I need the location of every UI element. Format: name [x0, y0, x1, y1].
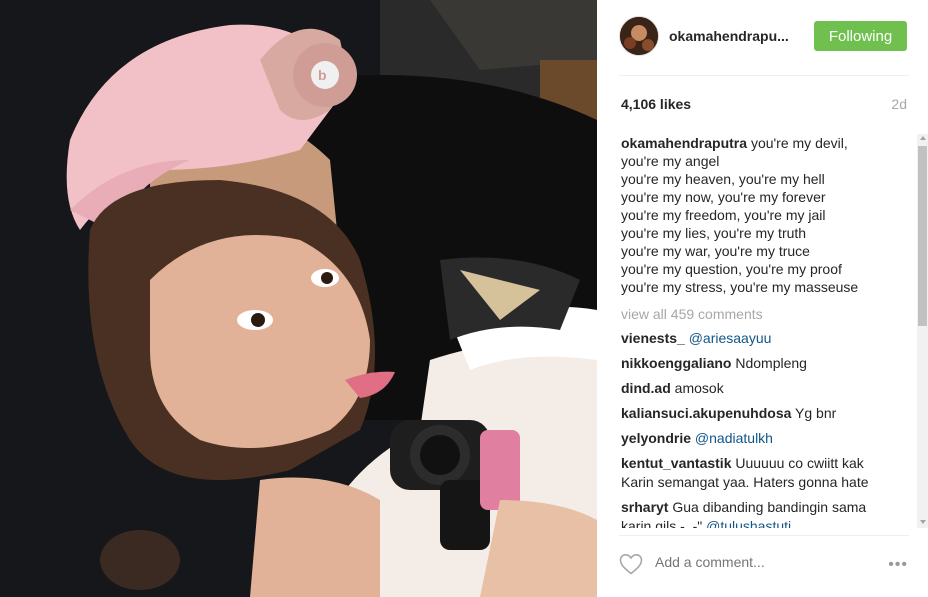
following-button[interactable]: Following	[814, 21, 907, 51]
post-photo[interactable]: b	[0, 0, 597, 597]
likes-count[interactable]: 4,106 likes	[621, 96, 691, 112]
comment-text: Yg bnr	[795, 405, 837, 421]
caption-lines: you're my angel you're my heaven, you're…	[621, 152, 891, 296]
add-comment-input[interactable]	[655, 554, 855, 570]
caption-line: you're my question, you're my proof	[621, 261, 842, 277]
caption-line: you're my stress, you're my masseuse	[621, 279, 859, 295]
caption-line: you're my war, you're my truce	[621, 243, 810, 259]
comment-mention[interactable]: @ariesaayuu	[689, 330, 772, 346]
post-header: okamahendrapu... Following	[619, 14, 909, 58]
caption-line: you're my freedom, you're my jail	[621, 207, 826, 223]
divider	[619, 75, 909, 76]
view-all-comments-link[interactable]: view all 459 comments	[621, 305, 891, 323]
comment-username[interactable]: kaliansuci.akupenuhdosa	[621, 405, 791, 421]
username-link[interactable]: okamahendrapu...	[669, 28, 794, 44]
comment-text: Ndompleng	[735, 355, 807, 371]
photo-illustration: b	[0, 0, 597, 597]
comments-list[interactable]: okamahendraputra you're my devil, you're…	[621, 134, 891, 528]
scroll-up-arrow-icon[interactable]	[920, 136, 926, 140]
heart-outline-icon[interactable]	[619, 553, 643, 575]
comment-item: yelyondrie @nadiatulkh	[621, 429, 891, 448]
svg-text:b: b	[318, 67, 327, 83]
post-age[interactable]: 2d	[891, 96, 907, 112]
comment-username[interactable]: vienests_	[621, 330, 685, 346]
caption-username[interactable]: okamahendraputra	[621, 135, 747, 151]
scroll-down-arrow-icon[interactable]	[920, 520, 926, 524]
avatar-image	[620, 17, 658, 55]
post-modal: b okamahendrapu... Following 4,106 likes…	[0, 0, 928, 597]
comment-mention[interactable]: @nadiatulkh	[695, 430, 773, 446]
comment-item: dind.ad amosok	[621, 379, 891, 398]
caption-first-line: you're my devil,	[750, 135, 848, 151]
comment-item: kaliansuci.akupenuhdosa Yg bnr	[621, 404, 891, 423]
comment-item: vienests_ @ariesaayuu	[621, 329, 891, 348]
comment-username[interactable]: dind.ad	[621, 380, 671, 396]
comment-username[interactable]: yelyondrie	[621, 430, 691, 446]
comment-username[interactable]: nikkoenggaliano	[621, 355, 731, 371]
more-options-icon[interactable]: •••	[888, 556, 908, 574]
comment-mention[interactable]: @tulushastuti	[706, 518, 791, 528]
caption-line: you're my lies, you're my truth	[621, 225, 807, 241]
post-sidebar: okamahendrapu... Following 4,106 likes 2…	[597, 0, 928, 597]
caption-line: you're my angel	[621, 153, 720, 169]
comment-username[interactable]: srharyt	[621, 499, 668, 515]
comment-text: amosok	[674, 380, 724, 396]
comment-username[interactable]: kentut_vantastik	[621, 455, 731, 471]
caption-line: you're my heaven, you're my hell	[621, 171, 825, 187]
avatar[interactable]	[619, 16, 659, 56]
caption: okamahendraputra you're my devil, you're…	[621, 134, 891, 296]
scrollbar-thumb[interactable]	[918, 146, 927, 326]
caption-line: you're my now, you're my forever	[621, 189, 826, 205]
comment-item: srharyt Gua dibanding bandingin sama kar…	[621, 498, 891, 528]
comment-item: kentut_vantastik Uuuuuu co cwiitt kak Ka…	[621, 454, 891, 492]
comment-item: nikkoenggaliano Ndompleng	[621, 354, 891, 373]
divider	[619, 535, 909, 536]
